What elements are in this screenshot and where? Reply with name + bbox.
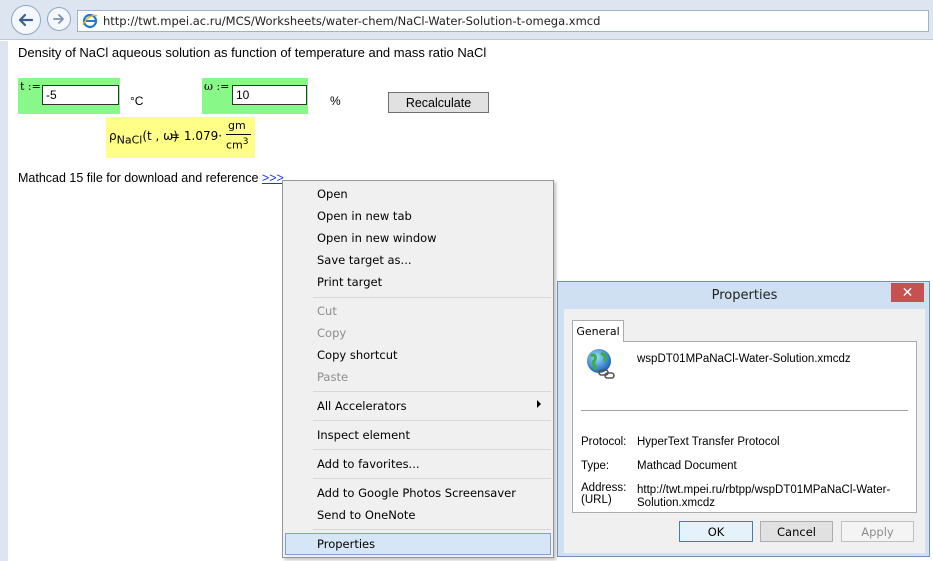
menu-item-onenote[interactable]: Send to OneNote [317,508,415,522]
protocol-value: HyperText Transfer Protocol [637,436,780,448]
t-label: t := [20,80,41,93]
address-label: Address: (URL) [581,482,627,506]
tab-general[interactable]: General [572,320,624,342]
unit-denominator: cm3 [226,137,249,152]
menu-item-add-favorites[interactable]: Add to favorites... [317,457,420,471]
page-title: Density of NaCl aqueous solution as func… [18,45,487,60]
recalculate-button[interactable]: Recalculate [388,92,489,113]
omega-input[interactable]: 10 [232,85,307,105]
download-text: Mathcad 15 file for download and referen… [18,171,259,185]
dialog-body: General wspDT01MPaNaCl-Water-Solution.xm… [564,309,925,553]
forward-arrow-icon [53,14,64,24]
url-text[interactable]: http://twt.mpei.ac.ru/MCS/Worksheets/wat… [103,14,600,28]
result-value: = 1.079· [170,129,223,143]
menu-separator [313,478,551,479]
menu-item-open-new-window[interactable]: Open in new window [317,231,437,245]
menu-item-inspect-element[interactable]: Inspect element [317,428,410,442]
apply-button[interactable]: Apply [841,521,914,542]
address-value[interactable]: http://twt.mpei.ru/rbtpp/wspDT01MPaNaCl-… [637,484,897,510]
menu-item-cut: Cut [317,304,337,318]
globe-link-icon [587,349,615,379]
type-value: Mathcad Document [637,460,737,472]
dialog-title: Properties [711,288,778,303]
omega-unit: % [330,94,341,108]
back-button[interactable] [11,5,41,35]
general-panel: wspDT01MPaNaCl-Water-Solution.xmcdz Prot… [572,341,917,513]
menu-item-print-target[interactable]: Print target [317,275,382,289]
type-label: Type: [581,460,610,472]
back-arrow-icon [18,13,34,27]
browser-toolbar: http://twt.mpei.ac.ru/MCS/Worksheets/wat… [0,0,933,40]
panel-separator [581,410,908,411]
result-symbol: ρNaCl(t , ω) [109,129,178,147]
close-icon: ✕ [901,284,914,301]
menu-item-save-target[interactable]: Save target as... [317,253,412,267]
ok-button[interactable]: OK [679,521,753,542]
menu-item-paste: Paste [317,370,349,384]
menu-separator [313,391,551,392]
properties-dialog: Properties ✕ General wspDT01MPaNaCl-Wate… [557,281,930,557]
menu-item-open-new-tab[interactable]: Open in new tab [317,209,412,223]
download-link[interactable]: >>> [262,171,284,185]
unit-numerator: gm [228,119,246,132]
address-bar[interactable]: http://twt.mpei.ac.ru/MCS/Worksheets/wat… [77,10,929,32]
menu-separator [313,297,551,298]
menu-item-all-accelerators[interactable]: All Accelerators [317,399,407,413]
menu-separator [313,529,551,530]
menu-item-open[interactable]: Open [317,187,348,201]
forward-button[interactable] [47,7,71,31]
omega-label: ω := [204,80,230,93]
protocol-label: Protocol: [581,436,627,448]
result-region: ρNaCl(t , ω) = 1.079· gm cm3 [106,117,255,158]
menu-separator [313,420,551,421]
menu-item-copy-shortcut[interactable]: Copy shortcut [317,348,398,362]
cancel-button[interactable]: Cancel [760,521,833,542]
close-button[interactable]: ✕ [891,283,924,302]
t-input-region: t := -5 [18,78,120,114]
omega-input-region: ω := 10 [202,78,308,114]
menu-item-copy: Copy [317,326,347,340]
menu-item-properties[interactable]: Properties [317,537,375,551]
download-line: Mathcad 15 file for download and referen… [18,171,284,185]
t-unit: °C [130,94,144,108]
menu-item-google-photos[interactable]: Add to Google Photos Screensaver [317,486,516,500]
t-input[interactable]: -5 [42,85,119,105]
ie-page-icon [82,13,98,29]
submenu-arrow-icon [537,400,541,408]
fraction-line [226,134,251,135]
context-menu: Open Open in new tab Open in new window … [282,180,554,558]
menu-separator [313,449,551,450]
file-name: wspDT01MPaNaCl-Water-Solution.xmcdz [637,353,851,365]
